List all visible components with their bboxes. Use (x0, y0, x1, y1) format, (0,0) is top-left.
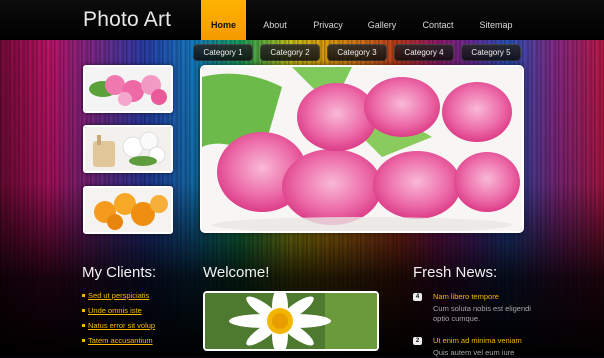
site-logo[interactable]: Photo Art (83, 8, 171, 32)
category-button-4[interactable]: Category 4 (394, 44, 454, 61)
clients-heading: My Clients: (82, 264, 157, 281)
nav-home[interactable]: Home (201, 0, 246, 40)
nav-sitemap[interactable]: Sitemap (476, 0, 516, 40)
news-title-2[interactable]: Ut enim ad minima veniam (433, 336, 522, 345)
thumbnail-white-flowers[interactable] (83, 125, 173, 173)
client-link-1[interactable]: Sed ut perspiciatis (82, 291, 149, 300)
nav-privacy[interactable]: Privacy (308, 0, 348, 40)
news-heading: Fresh News: (413, 264, 498, 281)
welcome-heading: Welcome! (203, 264, 270, 281)
thumbnail-pink-carnations[interactable] (83, 65, 173, 113)
client-link-2[interactable]: Unde omnis iste (82, 306, 142, 315)
category-button-1[interactable]: Category 1 (193, 44, 253, 61)
featured-photo-pink-tulips (200, 65, 524, 233)
thumbnail-orange-roses[interactable] (83, 186, 173, 234)
news-text-1: Cum soluta nobis est eligendi optio cumq… (433, 304, 531, 323)
category-button-3[interactable]: Category 3 (327, 44, 387, 61)
category-button-2[interactable]: Category 2 (260, 44, 320, 61)
client-link-3[interactable]: Natus error sit volup (82, 321, 155, 330)
news-text-2: Quis autem vel eum iure (433, 348, 515, 357)
nav-contact[interactable]: Contact (418, 0, 458, 40)
news-number-badge: 2 (413, 337, 422, 345)
news-number-badge: 4 (413, 293, 422, 301)
welcome-photo-daisy (203, 291, 379, 351)
category-button-5[interactable]: Category 5 (461, 44, 521, 61)
nav-gallery[interactable]: Gallery (362, 0, 402, 40)
news-title-1[interactable]: Nam libero tempore (433, 292, 499, 301)
client-link-4[interactable]: Tatem accusantium (82, 336, 153, 345)
nav-about[interactable]: About (255, 0, 295, 40)
